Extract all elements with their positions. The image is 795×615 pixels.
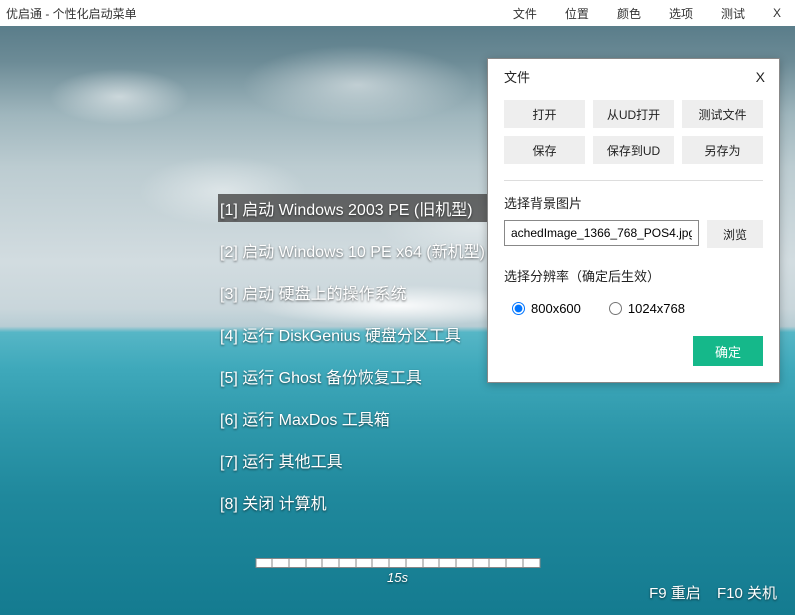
timeout-indicator: 15s xyxy=(255,558,540,585)
timeout-seg xyxy=(356,559,373,567)
timeout-seg xyxy=(440,559,457,567)
timeout-seg xyxy=(406,559,423,567)
browse-button[interactable]: 浏览 xyxy=(707,220,763,248)
timeout-seg xyxy=(390,559,407,567)
timeout-seg xyxy=(273,559,290,567)
bg-section-label: 选择背景图片 xyxy=(488,191,779,220)
boot-item-8[interactable]: [8] 关闭 计算机 xyxy=(218,488,491,516)
res-radio-1024x768[interactable] xyxy=(609,302,622,315)
boot-item-2[interactable]: [2] 启动 Windows 10 PE x64 (新机型) xyxy=(218,236,491,264)
timeout-seg xyxy=(373,559,390,567)
res-label-800x600: 800x600 xyxy=(531,301,581,316)
menu-options[interactable]: 选项 xyxy=(655,0,707,26)
menu-bar: 文件 位置 颜色 选项 测试 X xyxy=(499,0,795,26)
titlebar: 优启通 - 个性化启动菜单 文件 位置 颜色 选项 测试 X xyxy=(0,0,795,26)
menu-test[interactable]: 测试 xyxy=(707,0,759,26)
dialog-titlebar: 文件 X xyxy=(488,59,779,96)
res-label-1024x768: 1024x768 xyxy=(628,301,685,316)
boot-item-4[interactable]: [4] 运行 DiskGenius 硬盘分区工具 xyxy=(218,320,491,348)
timeout-seg xyxy=(423,559,440,567)
boot-menu: [1] 启动 Windows 2003 PE (旧机型) [2] 启动 Wind… xyxy=(218,194,491,530)
bg-row: 浏览 xyxy=(488,220,779,252)
timeout-seg xyxy=(490,559,507,567)
menu-file[interactable]: 文件 xyxy=(499,0,551,26)
bg-path-input[interactable] xyxy=(504,220,699,246)
timeout-bar xyxy=(255,558,540,568)
timeout-seg xyxy=(456,559,473,567)
background-preview: [1] 启动 Windows 2003 PE (旧机型) [2] 启动 Wind… xyxy=(0,26,795,615)
timeout-label: 15s xyxy=(255,570,540,585)
timeout-seg xyxy=(473,559,490,567)
confirm-row: 确定 xyxy=(488,320,779,382)
test-file-button[interactable]: 测试文件 xyxy=(682,100,763,128)
res-section-label: 选择分辨率（确定后生效） xyxy=(488,252,779,293)
dialog-close-button[interactable]: X xyxy=(752,69,769,85)
timeout-seg xyxy=(306,559,323,567)
file-dialog: 文件 X 打开 从UD打开 测试文件 保存 保存到UD 另存为 选择背景图片 浏… xyxy=(487,58,780,383)
menu-color[interactable]: 颜色 xyxy=(603,0,655,26)
open-button[interactable]: 打开 xyxy=(504,100,585,128)
dialog-title: 文件 xyxy=(504,67,752,86)
dialog-divider xyxy=(504,180,763,181)
save-as-button[interactable]: 另存为 xyxy=(682,136,763,164)
boot-item-1[interactable]: [1] 启动 Windows 2003 PE (旧机型) xyxy=(218,194,491,222)
timeout-seg xyxy=(256,559,273,567)
res-option-1024x768[interactable]: 1024x768 xyxy=(609,301,685,316)
confirm-button[interactable]: 确定 xyxy=(693,336,763,366)
footer-shortcuts: F9 重启 F10 关机 xyxy=(637,582,777,603)
res-option-800x600[interactable]: 800x600 xyxy=(512,301,581,316)
save-ud-button[interactable]: 保存到UD xyxy=(593,136,674,164)
dialog-button-grid: 打开 从UD打开 测试文件 保存 保存到UD 另存为 xyxy=(488,96,779,176)
open-ud-button[interactable]: 从UD打开 xyxy=(593,100,674,128)
window-close-button[interactable]: X xyxy=(759,0,795,26)
timeout-seg xyxy=(289,559,306,567)
boot-item-7[interactable]: [7] 运行 其他工具 xyxy=(218,446,491,474)
resolution-row: 800x600 1024x768 xyxy=(488,293,779,320)
boot-item-3[interactable]: [3] 启动 硬盘上的操作系统 xyxy=(218,278,491,306)
res-radio-800x600[interactable] xyxy=(512,302,525,315)
boot-item-6[interactable]: [6] 运行 MaxDos 工具箱 xyxy=(218,404,491,432)
timeout-seg xyxy=(523,559,539,567)
timeout-seg xyxy=(323,559,340,567)
shortcut-restart: F9 重启 xyxy=(649,585,701,602)
timeout-seg xyxy=(340,559,357,567)
timeout-seg xyxy=(507,559,524,567)
shortcut-poweroff: F10 关机 xyxy=(717,585,777,602)
save-button[interactable]: 保存 xyxy=(504,136,585,164)
app-title: 优启通 - 个性化启动菜单 xyxy=(0,5,499,22)
menu-position[interactable]: 位置 xyxy=(551,0,603,26)
boot-item-5[interactable]: [5] 运行 Ghost 备份恢复工具 xyxy=(218,362,491,390)
